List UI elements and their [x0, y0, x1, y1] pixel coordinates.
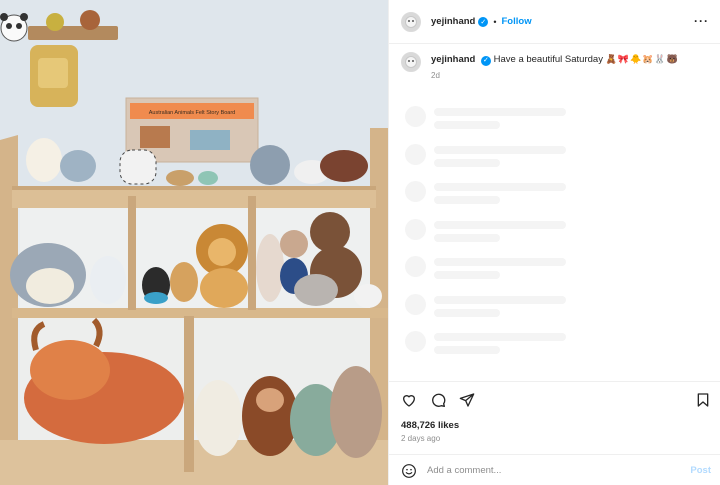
skeleton-row [405, 256, 705, 294]
paper-plane-icon[interactable] [459, 392, 475, 408]
caption-text: Have a beautiful Saturday [493, 54, 603, 65]
comment-input[interactable] [427, 465, 667, 476]
skeleton-row [405, 331, 705, 369]
white-cat-toy [354, 284, 382, 308]
middle-shelf [12, 308, 388, 318]
teddy-toy [280, 230, 308, 258]
skeleton-row [405, 218, 705, 257]
caption-emojis: 🧸🎀🐥🐹🐰🐻 [605, 54, 679, 64]
small-lion-toy [170, 262, 198, 302]
caption-username[interactable]: yejinhand [431, 54, 475, 65]
turtle-toy [198, 171, 218, 185]
post-caption: yejinhand ✓ Have a beautiful Saturday 🧸🎀… [401, 52, 711, 83]
toy-shelf-photo: Australian Animals Felt Story Board [0, 0, 388, 485]
caption-avatar[interactable] [401, 52, 421, 72]
giraffe-hook [46, 13, 64, 31]
elephant-toy [60, 150, 96, 182]
post-actions: 488,726 likes 2 days ago Post [389, 381, 720, 485]
comments-loading-skeleton [405, 106, 705, 369]
comment-icon[interactable] [430, 392, 446, 408]
brown-bear-toy [310, 212, 350, 252]
small-toy [166, 170, 194, 186]
post-comment-button[interactable]: Post [690, 465, 711, 476]
author-username[interactable]: yejinhand [431, 16, 475, 27]
bunny-dress-toy [256, 234, 284, 302]
grey-puppy-toy [294, 274, 338, 306]
skeleton-row [405, 106, 705, 144]
post-photo[interactable]: Australian Animals Felt Story Board [0, 0, 388, 485]
zebra-toy [119, 149, 157, 185]
blue-elephant-toy [250, 145, 290, 185]
author-avatar[interactable] [401, 11, 421, 32]
post-sidebar: yejinhand ✓ • Follow ··· yejinhand ✓ Hav… [388, 0, 720, 485]
likes-count[interactable]: 488,726 likes [401, 420, 459, 431]
brown-horse-toy [320, 150, 368, 182]
add-comment-bar: Post [389, 454, 720, 485]
post-timestamp[interactable]: 2 days ago [401, 434, 440, 443]
smiley-icon[interactable] [401, 463, 417, 479]
skeleton-row [405, 181, 705, 219]
verified-badge-icon: ✓ [478, 16, 489, 27]
book-title: Australian Animals Felt Story Board [149, 110, 236, 116]
more-options-icon[interactable]: ··· [694, 14, 709, 28]
lamb-toy [26, 138, 62, 182]
instagram-post-modal: Australian Animals Felt Story Board yeji… [0, 0, 720, 485]
post-header: yejinhand ✓ • Follow ··· [389, 0, 720, 44]
fox-hook [80, 10, 100, 30]
skeleton-row [405, 293, 705, 332]
separator-dot: • [493, 16, 497, 27]
follow-button[interactable]: Follow [502, 16, 532, 27]
heart-icon[interactable] [401, 392, 417, 408]
white-bunny-toy [90, 256, 126, 304]
wall-hook-rail [28, 26, 118, 40]
tan-bunny-toy [330, 366, 382, 458]
caption-age[interactable]: 2d [431, 69, 679, 83]
skeleton-row [405, 143, 705, 182]
bookmark-icon[interactable] [695, 392, 711, 408]
sheep-toy [194, 380, 242, 456]
caption-verified-badge-icon: ✓ [480, 56, 491, 66]
